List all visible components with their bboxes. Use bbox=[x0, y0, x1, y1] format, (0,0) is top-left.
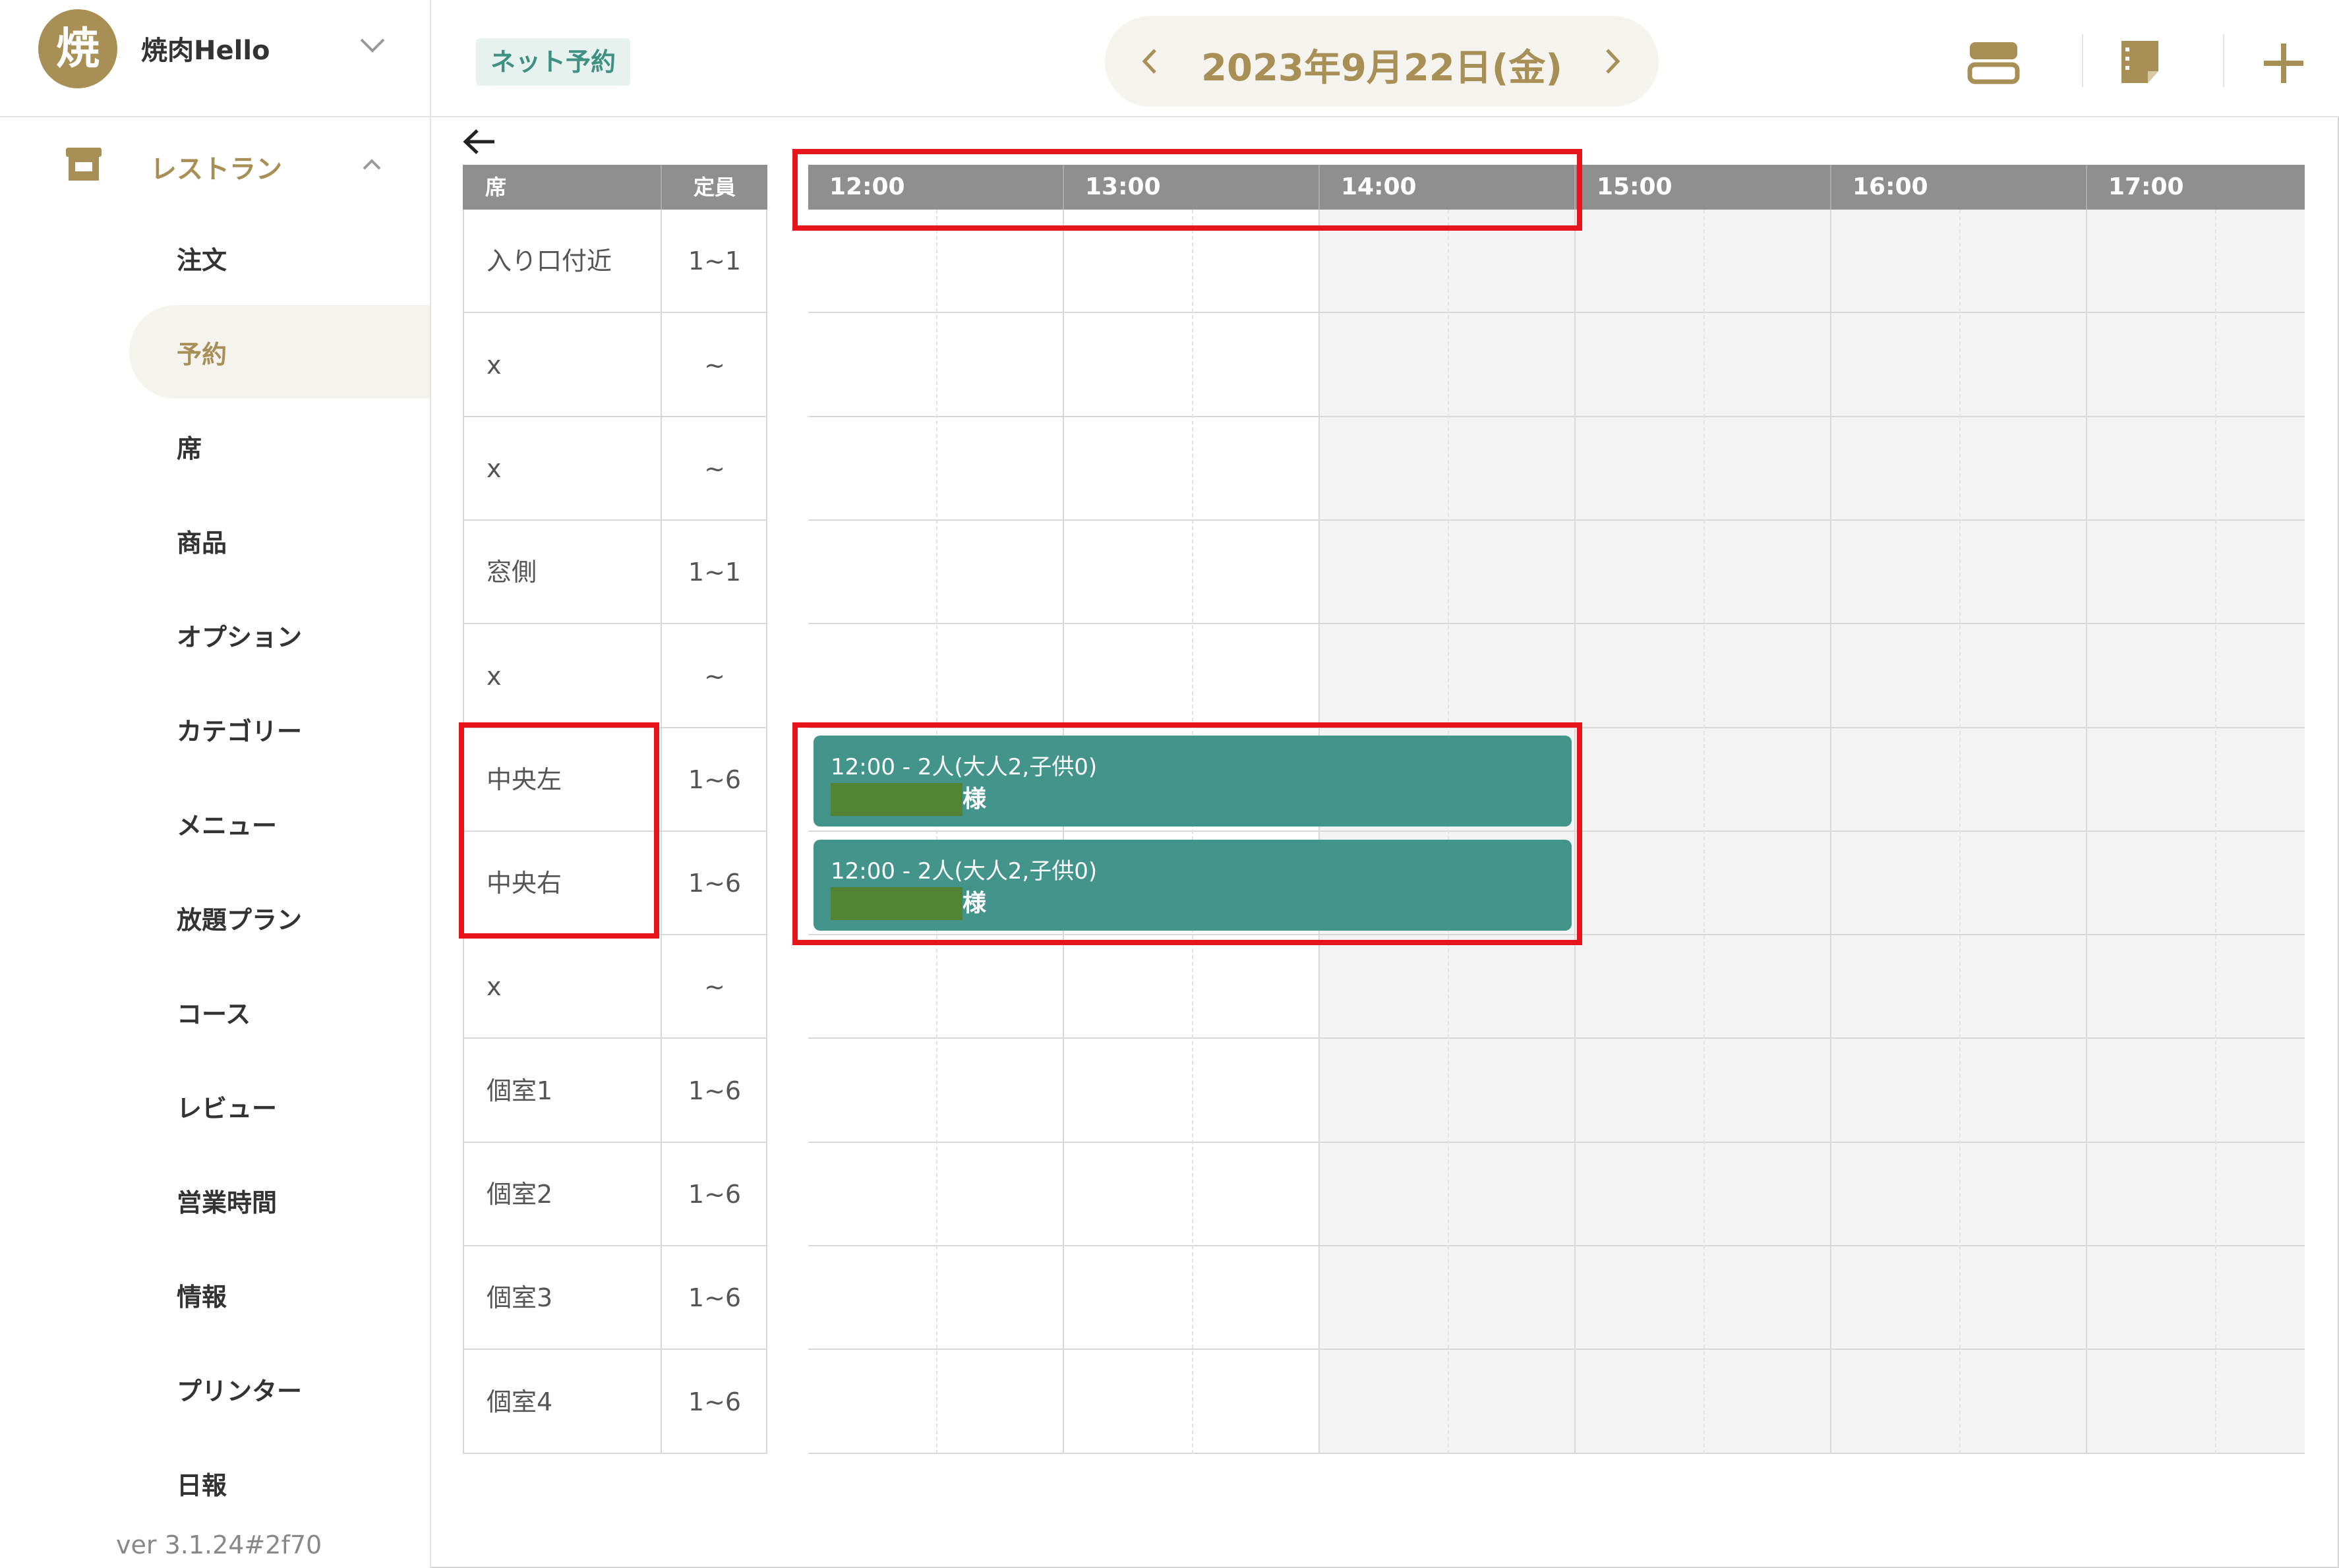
seat-capacity: ~ bbox=[704, 972, 725, 1001]
seat-row[interactable]: 個室2 1~6 bbox=[463, 1143, 767, 1246]
hour-label: 16:00 bbox=[1852, 173, 1928, 200]
seat-capacity: 1~6 bbox=[688, 1387, 742, 1416]
store-switcher[interactable]: 焼 焼肉Hello bbox=[0, 0, 430, 117]
store-name: 焼肉Hello bbox=[141, 36, 270, 66]
sidebar-section-restaurant[interactable]: レストラン bbox=[0, 132, 430, 198]
seat-row[interactable]: 個室1 1~6 bbox=[463, 1039, 767, 1143]
seat-row[interactable]: 窓側 1~1 bbox=[463, 521, 767, 624]
chevron-down-icon[interactable] bbox=[356, 29, 389, 62]
seat-name: 入り口付近 bbox=[487, 247, 612, 276]
app-version: ver 3.1.24#2f70 bbox=[116, 1530, 322, 1559]
grid-row-line bbox=[808, 312, 2305, 313]
add-icon[interactable] bbox=[2257, 37, 2310, 90]
seat-capacity: ~ bbox=[704, 662, 725, 691]
sidebar: 焼 焼肉Hello レストラン 注文 予約 席 商品 オプション カテゴリー メ… bbox=[0, 0, 431, 1568]
sidebar-item-reservation[interactable]: 予約 bbox=[129, 305, 430, 399]
net-reservation-badge[interactable]: ネット予約 bbox=[476, 38, 631, 86]
seat-capacity: 1~6 bbox=[688, 765, 742, 794]
grid-row-line bbox=[808, 1037, 2305, 1039]
grid-half-hour-line bbox=[1703, 210, 1705, 1454]
seat-name: x bbox=[487, 454, 502, 483]
sidebar-item-reviews[interactable]: レビュー bbox=[129, 1059, 430, 1151]
hour-separator bbox=[2086, 165, 2087, 210]
grid-row-line bbox=[808, 416, 2305, 417]
sidebar-item-info[interactable]: 情報 bbox=[129, 1248, 430, 1340]
seat-capacity: 1~1 bbox=[688, 558, 742, 587]
grid-row-line bbox=[808, 1453, 2305, 1454]
grid-row-line bbox=[808, 1245, 2305, 1246]
back-arrow-icon[interactable] bbox=[461, 125, 497, 158]
seat-name: 個室1 bbox=[487, 1076, 553, 1105]
header-separator bbox=[2082, 34, 2083, 87]
grid-row-line bbox=[808, 1142, 2305, 1143]
hour-label: 17:00 bbox=[2108, 173, 2184, 200]
sidebar-item-printer[interactable]: プリンター bbox=[129, 1342, 430, 1434]
grid-half-hour-line bbox=[1959, 210, 1961, 1454]
seat-capacity: 1~6 bbox=[688, 869, 742, 898]
current-date[interactable]: 2023年9月22日(金) bbox=[1105, 38, 1659, 92]
hour-separator bbox=[1830, 165, 1831, 210]
seat-row[interactable]: 入り口付近 1~1 bbox=[463, 210, 767, 313]
sidebar-item-all-you-can-plans[interactable]: 放題プラン bbox=[129, 871, 430, 963]
seat-row[interactable]: 個室3 1~6 bbox=[463, 1246, 767, 1350]
seat-name: 個室4 bbox=[487, 1387, 553, 1416]
seat-row[interactable]: x ~ bbox=[463, 417, 767, 521]
sidebar-item-menu[interactable]: メニュー bbox=[129, 776, 430, 869]
seat-row[interactable]: x ~ bbox=[463, 935, 767, 1039]
seat-name: x bbox=[487, 662, 502, 691]
highlight-time-range bbox=[792, 149, 1582, 231]
chevron-right-icon[interactable] bbox=[1595, 45, 1628, 78]
seat-capacity: 1~6 bbox=[688, 1076, 742, 1105]
top-header: ネット予約 2023年9月22日(金) bbox=[431, 0, 2339, 117]
layout-icon[interactable] bbox=[1967, 37, 2020, 90]
store-icon bbox=[66, 148, 102, 181]
seat-capacity: 1~6 bbox=[688, 1283, 742, 1312]
grid-hour-line bbox=[2086, 210, 2087, 1454]
grid-hour-line bbox=[1830, 210, 1831, 1454]
seat-column-header: 席 bbox=[463, 165, 661, 210]
sidebar-item-courses[interactable]: コース bbox=[129, 965, 430, 1057]
store-avatar: 焼 bbox=[38, 9, 117, 88]
sidebar-item-order[interactable]: 注文 bbox=[129, 211, 430, 303]
seat-capacity: ~ bbox=[704, 351, 725, 380]
seat-name: 窓側 bbox=[487, 558, 537, 587]
seat-capacity: ~ bbox=[704, 454, 725, 483]
seat-name: x bbox=[487, 972, 502, 1001]
grid-row-line bbox=[808, 1349, 2305, 1350]
sidebar-item-categories[interactable]: カテゴリー bbox=[129, 682, 430, 774]
hour-label: 15:00 bbox=[1597, 173, 1673, 200]
seat-name: 個室3 bbox=[487, 1283, 553, 1312]
seat-name: x bbox=[487, 351, 502, 380]
sidebar-item-business-hours[interactable]: 営業時間 bbox=[129, 1153, 430, 1246]
capacity-column-header: 定員 bbox=[661, 165, 767, 210]
sidebar-item-seats[interactable]: 席 bbox=[129, 399, 430, 492]
grid-row-line bbox=[808, 519, 2305, 521]
sidebar-item-products[interactable]: 商品 bbox=[129, 494, 430, 586]
sidebar-item-options[interactable]: オプション bbox=[129, 588, 430, 680]
highlight-seats bbox=[459, 722, 659, 939]
grid-row-line bbox=[808, 623, 2305, 624]
grid-half-hour-line bbox=[2215, 210, 2216, 1454]
chevron-up-icon[interactable] bbox=[359, 152, 385, 178]
seat-capacity: 1~1 bbox=[688, 247, 742, 276]
seat-row[interactable]: x ~ bbox=[463, 313, 767, 417]
memo-icon[interactable] bbox=[2115, 37, 2168, 90]
sidebar-section-label: レストラン bbox=[150, 154, 282, 185]
seat-capacity: 1~6 bbox=[688, 1180, 742, 1209]
header-separator bbox=[2223, 34, 2224, 87]
seat-name: 個室2 bbox=[487, 1180, 553, 1209]
sidebar-item-daily-report[interactable]: 日報 bbox=[129, 1436, 430, 1528]
date-navigator: 2023年9月22日(金) bbox=[1105, 16, 1659, 107]
highlight-reservations bbox=[792, 722, 1582, 945]
seat-row[interactable]: 個室4 1~6 bbox=[463, 1350, 767, 1454]
seat-row[interactable]: x ~ bbox=[463, 624, 767, 728]
